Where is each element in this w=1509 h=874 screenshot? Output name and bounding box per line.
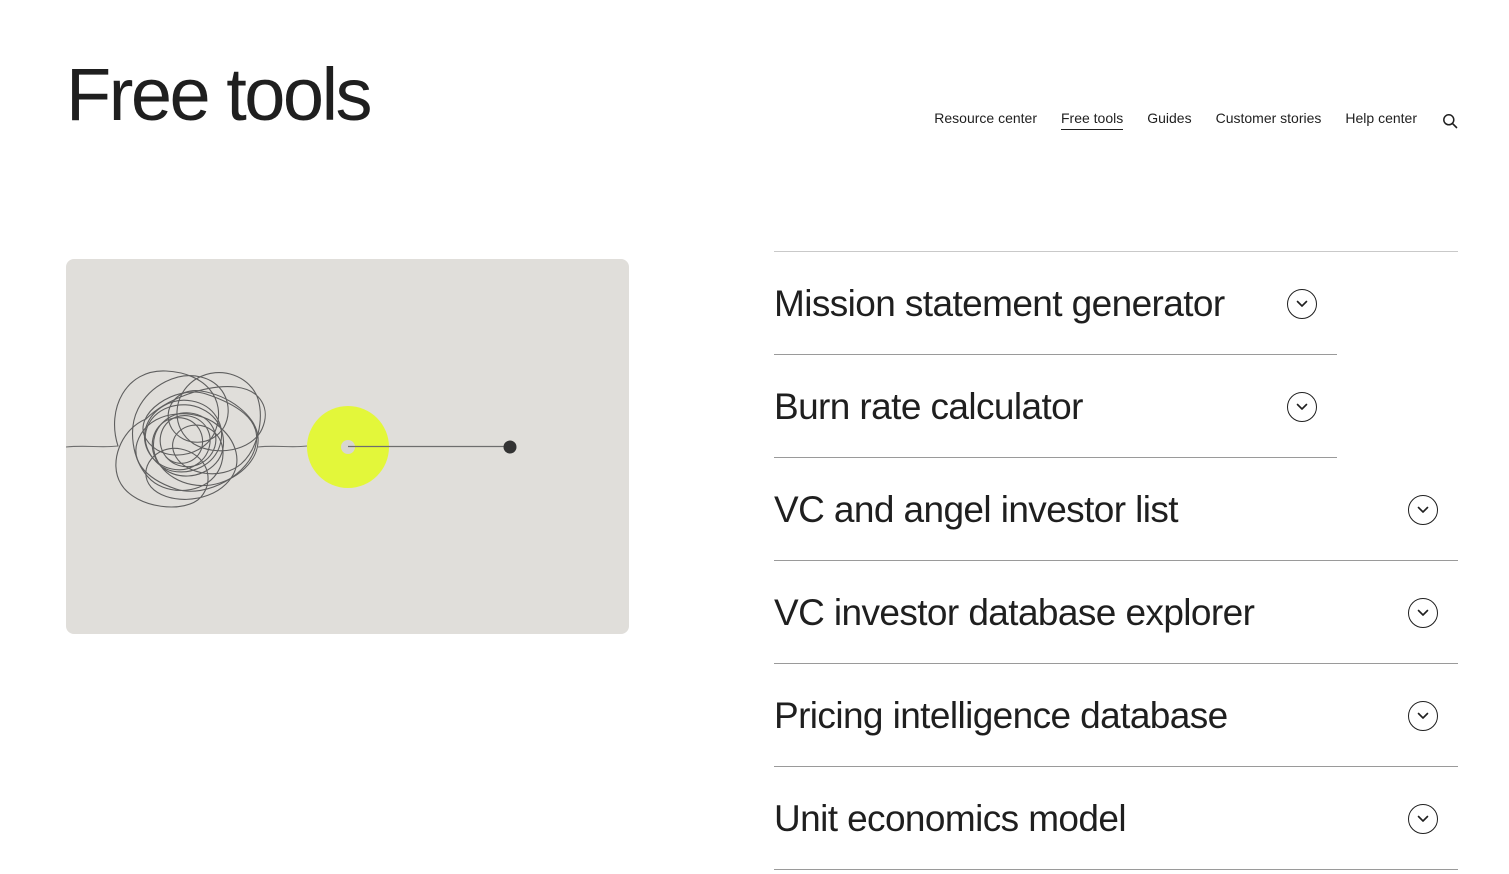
page-title: Free tools	[66, 53, 373, 136]
accordion-item-vc-and-angel-investor-list[interactable]: VC and angel investor list	[774, 458, 1458, 561]
free-tools-accordion: Mission statement generator Burn rate ca…	[774, 251, 1458, 870]
accordion-item-pricing-intelligence-database[interactable]: Pricing intelligence database	[774, 664, 1458, 767]
expand-button[interactable]	[1408, 597, 1438, 628]
nav-link-resource-center[interactable]: Resource center	[934, 110, 1037, 130]
accordion-item-label: VC investor database explorer	[774, 591, 1255, 633]
nav-link-guides[interactable]: Guides	[1147, 110, 1191, 130]
hero-illustration	[66, 259, 629, 634]
chevron-down-icon	[1296, 403, 1308, 410]
tangle-to-target-illustration	[66, 370, 517, 508]
nav-link-help-center[interactable]: Help center	[1345, 110, 1417, 130]
chevron-down-icon	[1296, 300, 1308, 307]
expand-button[interactable]	[1408, 494, 1438, 525]
accordion-item-vc-investor-database-explorer[interactable]: VC investor database explorer	[774, 561, 1458, 664]
top-navigation: Resource center Free tools Guides Custom…	[934, 110, 1459, 130]
accordion-item-label: Unit economics model	[774, 797, 1127, 839]
accordion-divider	[774, 869, 1458, 870]
expand-button[interactable]	[1408, 803, 1438, 834]
accordion-item-burn-rate-calculator[interactable]: Burn rate calculator	[774, 355, 1458, 458]
nav-link-free-tools[interactable]: Free tools	[1060, 110, 1124, 130]
chevron-down-icon	[1417, 506, 1429, 513]
accordion-item-label: Mission statement generator	[774, 282, 1225, 324]
accordion-item-label: VC and angel investor list	[774, 488, 1179, 530]
nav-link-customer-stories[interactable]: Customer stories	[1216, 110, 1322, 130]
accordion-item-label: Burn rate calculator	[774, 385, 1083, 427]
expand-button[interactable]	[1287, 288, 1317, 319]
search-icon	[1443, 114, 1458, 129]
accordion-item-label: Pricing intelligence database	[774, 694, 1228, 736]
expand-button[interactable]	[1287, 391, 1317, 422]
chevron-down-icon	[1417, 609, 1429, 616]
chevron-down-icon	[1417, 815, 1429, 822]
expand-button[interactable]	[1408, 700, 1438, 731]
chevron-down-icon	[1417, 712, 1429, 719]
accordion-item-mission-statement-generator[interactable]: Mission statement generator	[774, 252, 1458, 355]
accordion-item-unit-economics-model[interactable]: Unit economics model	[774, 767, 1458, 870]
search-button[interactable]	[1441, 112, 1459, 130]
